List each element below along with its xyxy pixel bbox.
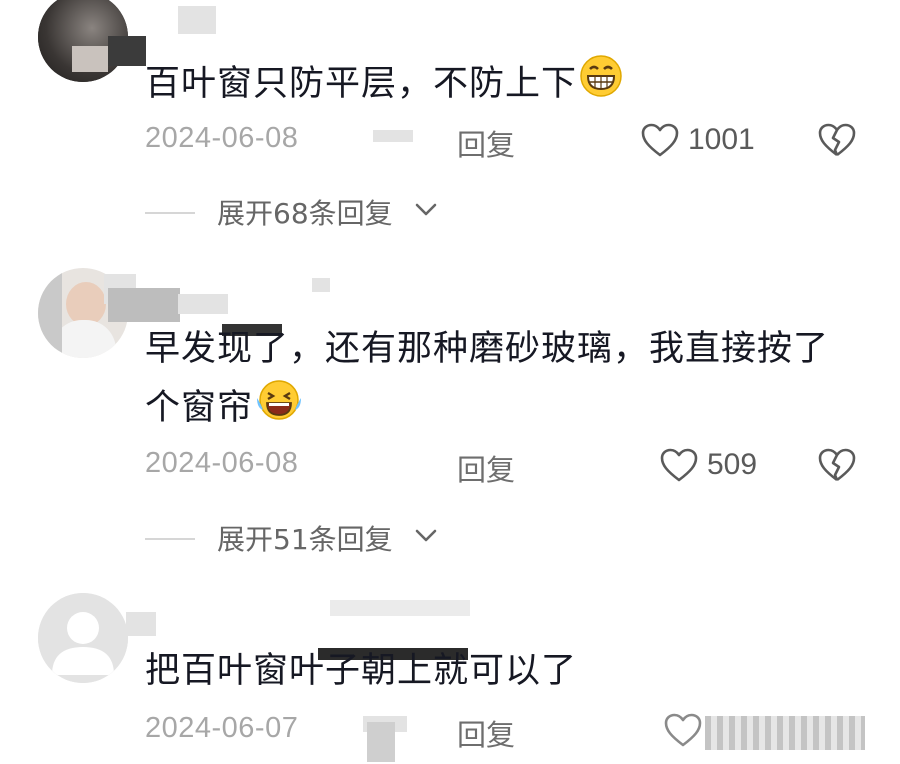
like-count: 1001 [688,123,755,156]
divider [145,538,195,540]
expand-replies[interactable]: 展开51条回复 [145,518,445,558]
username-redacted [108,36,146,66]
comment-date: 2024-06-08 [145,447,299,479]
expand-replies[interactable]: 展开68条回复 [145,192,445,232]
reply-button[interactable]: 回复 [457,447,515,489]
heart-icon [641,123,679,157]
like-button[interactable]: 1001 [640,122,755,158]
comment-date: 2024-06-08 [145,122,299,154]
username-redacted [108,288,180,322]
chevron-down-icon [415,203,437,216]
location-redacted [367,722,395,762]
comment-date: 2024-06-07 [145,712,299,744]
comment-meta: 2024-06-07 回复 [145,712,865,762]
comment-text: 把百叶窗叶子朝上就可以了 [145,651,578,691]
location-redacted [373,130,413,142]
avatar[interactable] [38,593,128,683]
username-redacted [126,612,156,636]
heart-icon [660,448,698,482]
like-count-redacted [705,716,865,750]
like-count: 509 [707,448,758,481]
like-button[interactable] [663,712,703,748]
default-avatar-icon [38,593,128,683]
reply-button[interactable]: 回复 [457,122,515,164]
like-button[interactable]: 509 [659,447,757,483]
username-redacted [178,6,216,34]
username-redacted [330,600,470,616]
divider [145,212,195,214]
grinning-face-icon [579,54,623,116]
username-redacted [312,278,330,292]
comment-text: 早发现了，还有那种磨砂玻璃，我直接按了 [145,329,830,369]
expand-replies-label: 展开68条回复 [217,197,393,230]
comment-text: 个窗帘 [145,378,303,440]
username-redacted [72,46,108,72]
chevron-down-icon [415,529,437,542]
username-redacted [178,294,228,314]
laughing-tears-face-icon [255,378,303,440]
heart-icon [664,713,702,747]
broken-heart-icon[interactable] [817,447,857,483]
reply-button[interactable]: 回复 [457,712,515,754]
comment-meta: 2024-06-08 回复 509 [145,447,865,487]
expand-replies-label: 展开51条回复 [217,523,393,556]
broken-heart-icon[interactable] [817,122,857,158]
comment-meta: 2024-06-08 回复 1001 [145,122,865,162]
comment-text: 百叶窗只防平层，不防上下 [145,54,623,116]
